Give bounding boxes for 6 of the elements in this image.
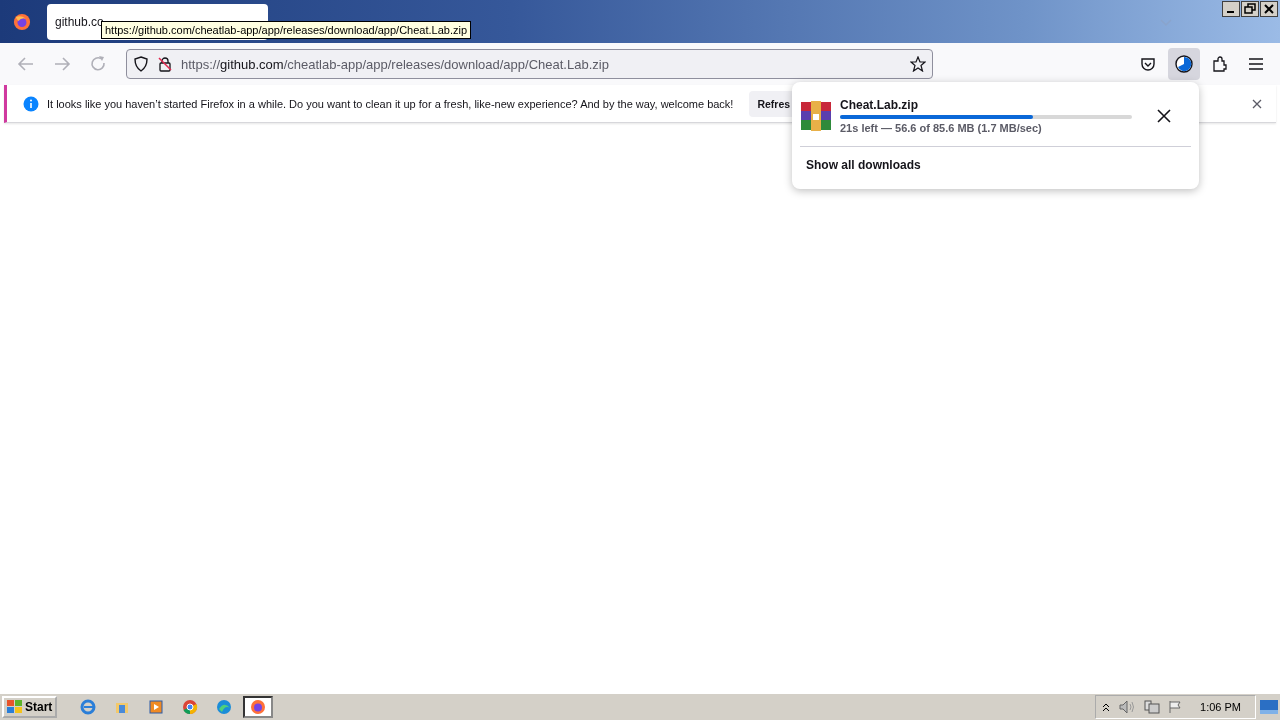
link-tooltip: https://github.com/cheatlab-app/app/releases/download/app/Cheat.Lab.zip [101, 21, 472, 39]
file-name: Cheat.Lab.zip [840, 98, 919, 112]
clock: 1:06 PM [1200, 701, 1241, 713]
notification-message: It looks like you haven’t started Firefox in a while. Do you want to clean it up for a fresh, like-new experience? And by the way, welcome back! [47, 97, 734, 110]
url-text: https://github.com/cheatlab-app/app/releases/download/app/Cheat.Lab.zip [181, 56, 610, 72]
download-status: 21s left — 56.6 of 85.6 MB (1.7 MB/sec) [840, 122, 1043, 134]
